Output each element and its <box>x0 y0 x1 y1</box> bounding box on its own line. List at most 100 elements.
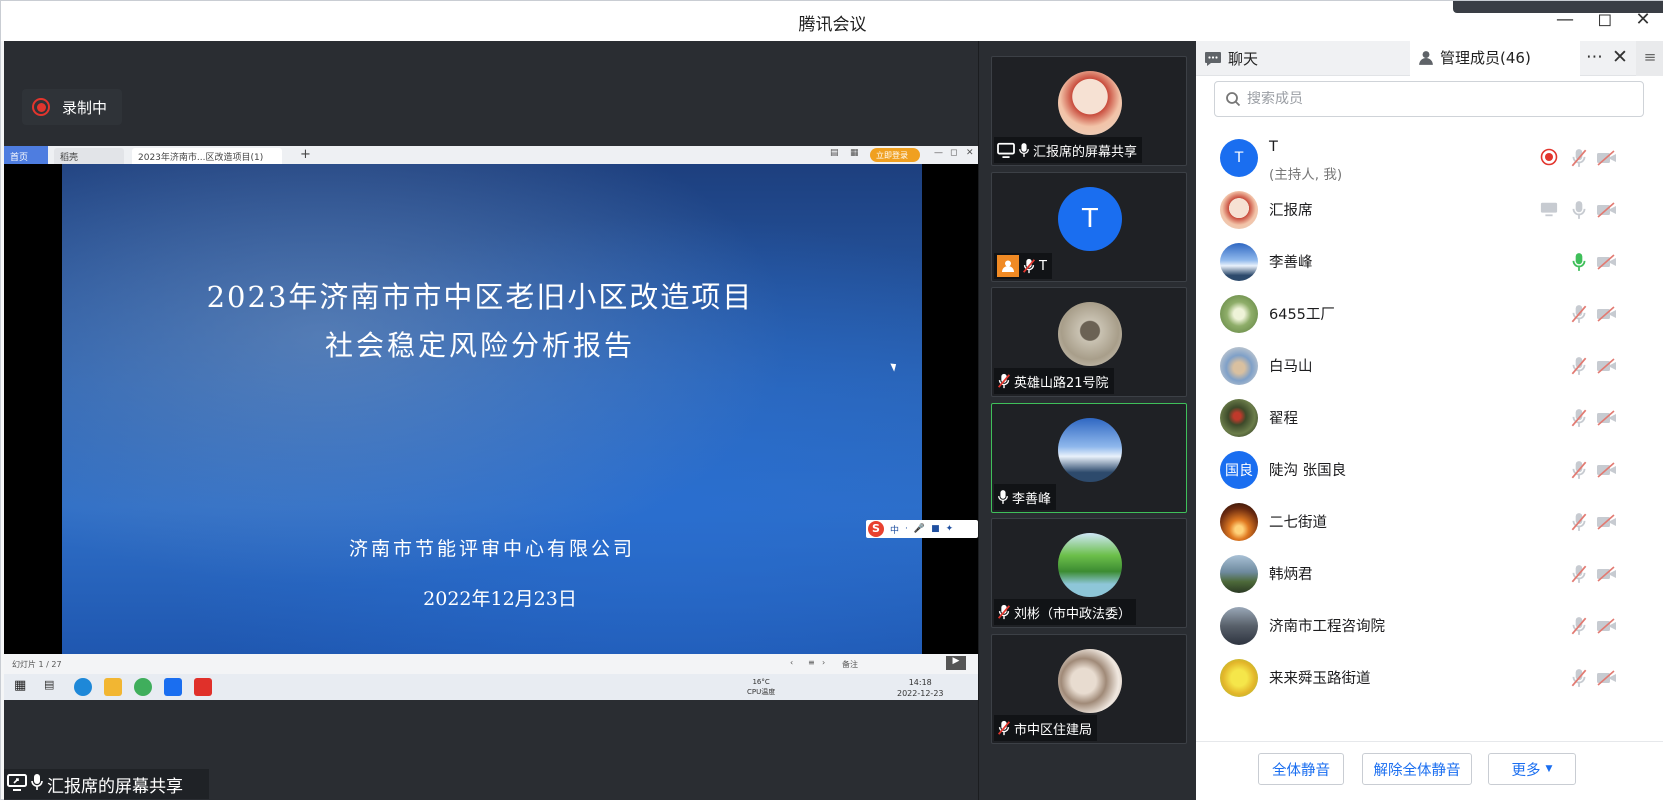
play-icon: ▶ <box>946 656 966 670</box>
chat-icon <box>1205 51 1221 66</box>
video-tile-label: 汇报席的屏幕共享 <box>994 137 1143 163</box>
shared-minimize-icon: — <box>934 148 943 158</box>
unmute-all-button[interactable]: 解除全体静音 <box>1362 753 1472 785</box>
camera-off-icon[interactable] <box>1596 356 1616 376</box>
camera-off-icon[interactable] <box>1596 564 1616 584</box>
mic-icon[interactable] <box>1570 200 1590 220</box>
member-name: 济南市工程咨询院 <box>1269 619 1385 635</box>
cpu-label: CPU温度 <box>747 688 776 696</box>
presentation-slide: 2023年济南市市中区老旧小区改造项目 社会稳定风险分析报告 济南市节能评审中心… <box>62 164 922 654</box>
title-bar: 腾讯会议 — ◻ ✕ <box>1 1 1663 41</box>
video-tile-t[interactable]: T T <box>991 172 1187 282</box>
mic-active-icon[interactable] <box>1570 252 1590 272</box>
mic-muted-icon[interactable] <box>1570 616 1590 636</box>
maximize-icon[interactable]: ◻ <box>1593 9 1617 30</box>
new-tab-icon: + <box>300 147 311 162</box>
member-name: 二七街道 <box>1269 515 1327 531</box>
clock-date: 2022-12-23 <box>897 689 944 698</box>
slide-title-line1: 2023年济南市市中区老旧小区改造项目 <box>206 280 754 314</box>
caret-down-icon: ▼ <box>1545 764 1553 774</box>
camera-off-icon[interactable] <box>1596 252 1616 272</box>
member-avatar: 国良 <box>1220 451 1258 489</box>
video-tile-liubin[interactable]: 刘彬（市中政法委） <box>991 518 1187 628</box>
member-row[interactable]: 济南市工程咨询院 <box>1196 599 1663 651</box>
mic-muted-icon[interactable] <box>1570 460 1590 480</box>
browser-icon <box>134 678 152 696</box>
window-title: 腾讯会议 <box>798 15 867 35</box>
mic-muted-icon[interactable] <box>1570 148 1590 168</box>
camera-off-icon[interactable] <box>1596 668 1616 688</box>
member-name: 翟程 <box>1269 411 1298 427</box>
more-options-icon[interactable]: ⋯ <box>1586 47 1604 67</box>
member-row[interactable]: T T (主持人, 我) <box>1196 131 1663 183</box>
member-name: 汇报席 <box>1269 203 1313 219</box>
member-name: 韩炳君 <box>1269 567 1313 583</box>
panel-tabs: 聊天 管理成员(46) ⋯ ✕ ≡ <box>1196 41 1663 76</box>
screen-share-icon <box>997 142 1015 158</box>
edge-icon <box>74 678 92 696</box>
more-button[interactable]: 更多 ▼ <box>1488 753 1576 785</box>
camera-off-icon[interactable] <box>1596 148 1616 168</box>
camera-off-icon[interactable] <box>1596 200 1616 220</box>
member-name: T <box>1269 139 1278 155</box>
slide-title-line2: 社会稳定风险分析报告 <box>324 329 635 362</box>
mic-muted-icon[interactable] <box>1570 668 1590 688</box>
mic-muted-icon[interactable] <box>1570 564 1590 584</box>
t-avatar: T <box>1058 187 1122 251</box>
camera-off-icon[interactable] <box>1596 460 1616 480</box>
host-icon <box>997 255 1019 277</box>
tab-chat[interactable]: 聊天 <box>1204 41 1394 76</box>
member-avatar <box>1220 659 1258 697</box>
mic-muted-icon[interactable] <box>1570 408 1590 428</box>
member-search <box>1214 81 1644 117</box>
slide-counter: 幻灯片 1 / 27 <box>12 660 62 669</box>
member-row[interactable]: 6455工厂 <box>1196 287 1663 339</box>
panel-menu-icon[interactable]: ≡ <box>1636 41 1663 76</box>
camera-off-icon[interactable] <box>1596 304 1616 324</box>
members-panel: 聊天 管理成员(46) ⋯ ✕ ≡ TT (主持人, 我) 汇报席李善峰 6455工厂… <box>1196 41 1663 800</box>
shared-slide-statusbar: 幻灯片 1 / 27 ‹ ≡ › 备注 ▶ <box>4 654 978 674</box>
tab-members[interactable]: 管理成员(46) <box>1410 41 1580 76</box>
mic-muted-icon[interactable] <box>1570 356 1590 376</box>
close-icon[interactable]: ✕ <box>1631 9 1655 30</box>
file-explorer-icon <box>104 678 122 696</box>
member-row[interactable]: 国良 陡沟 张国良 <box>1196 443 1663 495</box>
member-row[interactable]: 二七街道 <box>1196 495 1663 547</box>
mute-all-button[interactable]: 全体静音 <box>1258 753 1344 785</box>
video-tile-screen-share[interactable]: 汇报席的屏幕共享 <box>991 56 1187 166</box>
video-tile-lishanfeng[interactable]: 李善峰 <box>991 403 1187 513</box>
shared-windows-taskbar: ▦ ▤ 16°C CPU温度 14:18 2022-12-23 <box>4 674 978 700</box>
video-tile-yingxiongshan[interactable]: 英雄山路21号院 <box>991 287 1187 397</box>
member-row[interactable]: 白马山 <box>1196 339 1663 391</box>
panel-footer: 全体静音 解除全体静音 更多 ▼ <box>1196 741 1663 800</box>
ime-punct: · <box>905 524 908 534</box>
shared-restore-icon: ◻ <box>950 148 958 158</box>
camera-off-icon[interactable] <box>1596 616 1616 636</box>
mic-icon <box>998 490 1008 504</box>
mic-muted-icon[interactable] <box>1570 512 1590 532</box>
search-input[interactable] <box>1247 91 1627 107</box>
video-tile-label: 李善峰 <box>994 484 1057 510</box>
member-avatar <box>1220 503 1258 541</box>
member-row[interactable]: 汇报席 <box>1196 183 1663 235</box>
member-row[interactable]: 来来舜玉路街道 <box>1196 651 1663 703</box>
panel-close-icon[interactable]: ✕ <box>1612 46 1628 68</box>
member-row[interactable]: 韩炳君 <box>1196 547 1663 599</box>
temp-value: 16°C <box>752 678 770 686</box>
member-name: 白马山 <box>1269 359 1313 375</box>
recording-indicator[interactable]: 录制中 <box>22 89 122 125</box>
shared-tab-daoke: 稻壳 <box>54 148 124 164</box>
tab-members-label: 管理成员(46) <box>1440 49 1531 67</box>
mic-muted-icon[interactable] <box>1570 304 1590 324</box>
member-row[interactable]: 李善峰 <box>1196 235 1663 287</box>
recording-icon <box>1540 148 1560 168</box>
recording-label: 录制中 <box>62 98 108 117</box>
video-tile-name: 汇报席的屏幕共享 <box>1033 144 1138 160</box>
anime-avatar <box>1058 71 1122 135</box>
minimize-icon[interactable]: — <box>1553 9 1577 30</box>
member-row[interactable]: 翟程 <box>1196 391 1663 443</box>
camera-off-icon[interactable] <box>1596 408 1616 428</box>
video-tile-shizhongqu[interactable]: 市中区住建局 <box>991 634 1187 744</box>
video-tile-name: 李善峰 <box>1012 491 1052 507</box>
camera-off-icon[interactable] <box>1596 512 1616 532</box>
